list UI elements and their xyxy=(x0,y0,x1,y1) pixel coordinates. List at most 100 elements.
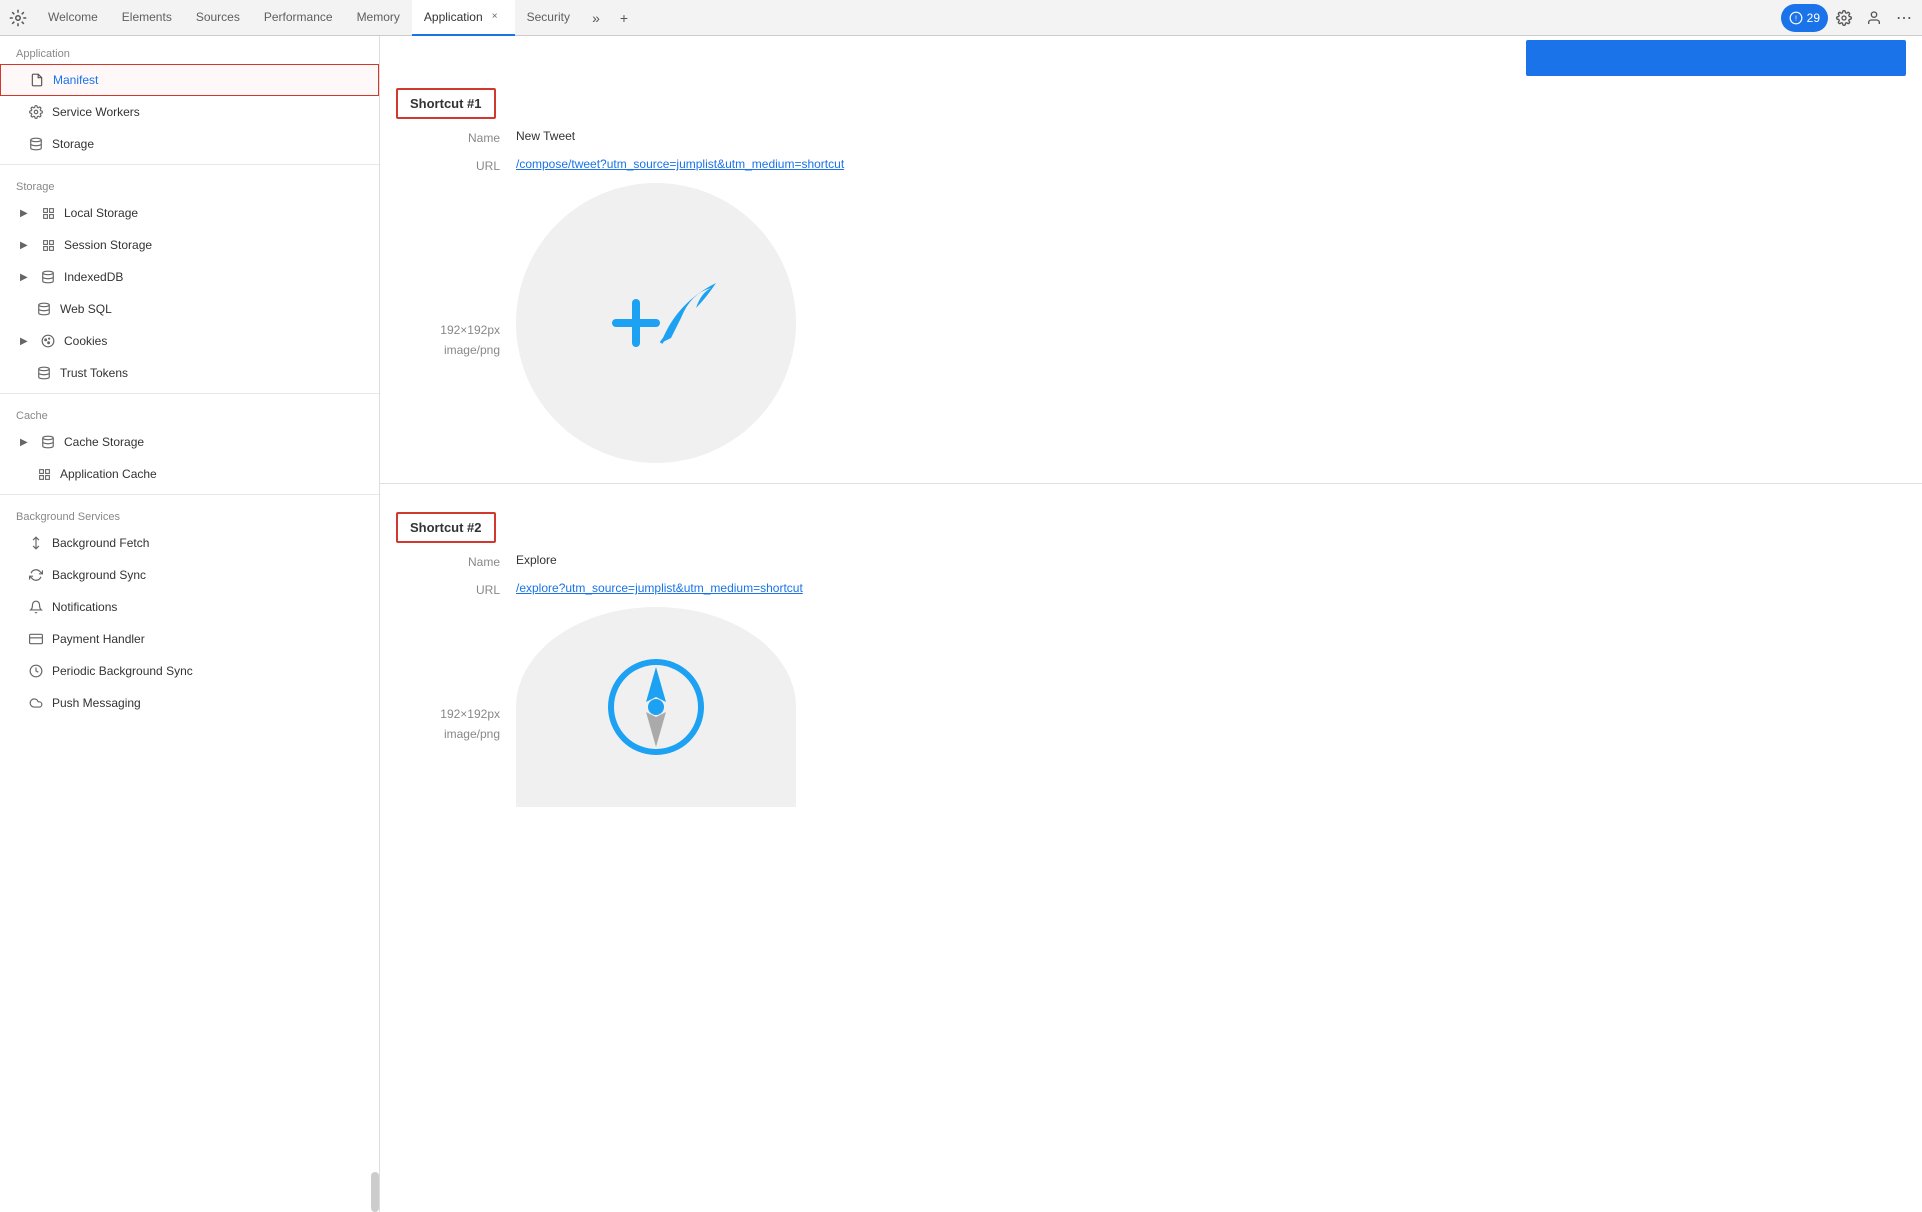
notifications-label: Notifications xyxy=(52,600,363,614)
settings-button[interactable] xyxy=(1830,4,1858,32)
shortcut1-type-label: image/png xyxy=(396,343,500,357)
shortcut2-label: Shortcut #2 xyxy=(410,520,482,535)
sidebar-item-background-fetch[interactable]: Background Fetch xyxy=(0,527,379,559)
shortcut1-name-label: Name xyxy=(396,129,516,145)
profile-button[interactable] xyxy=(1860,4,1888,32)
tab-welcome[interactable]: Welcome xyxy=(36,0,110,36)
more-tabs-button[interactable]: » xyxy=(582,0,610,36)
tab-application[interactable]: Application × xyxy=(412,0,515,36)
ellipsis-icon: ⋯ xyxy=(1896,8,1912,28)
tab-sources[interactable]: Sources xyxy=(184,0,252,36)
sidebar-item-notifications[interactable]: Notifications xyxy=(0,591,379,623)
sidebar-item-cache-storage[interactable]: ▶ Cache Storage xyxy=(0,426,379,458)
service-workers-icon xyxy=(28,104,44,120)
notifications-icon xyxy=(28,599,44,615)
shortcut1-size-label: 192×192px xyxy=(396,323,500,337)
indexeddb-label: IndexedDB xyxy=(64,270,363,284)
sidebar-item-web-sql[interactable]: Web SQL xyxy=(0,293,379,325)
storage-app-label: Storage xyxy=(52,137,363,151)
shortcut1-url-label: URL xyxy=(396,157,516,173)
svg-text:!: ! xyxy=(1795,15,1797,22)
shortcut2-url-row: URL /explore?utm_source=jumplist&utm_med… xyxy=(380,575,1922,603)
sidebar-item-local-storage[interactable]: ▶ Local Storage xyxy=(0,197,379,229)
shortcut1-label: Shortcut #1 xyxy=(410,96,482,111)
background-fetch-icon xyxy=(28,535,44,551)
sidebar: Application Manifest Service Workers Sto… xyxy=(0,36,380,1212)
shortcut2-icon-container xyxy=(516,607,796,807)
local-storage-label: Local Storage xyxy=(64,206,363,220)
sidebar-item-trust-tokens[interactable]: Trust Tokens xyxy=(0,357,379,389)
tab-elements[interactable]: Elements xyxy=(110,0,184,36)
shortcut1-icon xyxy=(586,263,726,383)
sidebar-item-push-messaging[interactable]: Push Messaging xyxy=(0,687,379,719)
cookies-icon xyxy=(40,333,56,349)
add-tab-button[interactable]: + xyxy=(610,0,638,36)
sidebar-item-application-cache[interactable]: Application Cache xyxy=(0,458,379,490)
shortcut2-url-value[interactable]: /explore?utm_source=jumplist&utm_medium=… xyxy=(516,581,1906,595)
expand-local-storage-icon[interactable]: ▶ xyxy=(20,208,32,219)
shortcut2-name-row: Name Explore xyxy=(380,547,1922,575)
tab-memory[interactable]: Memory xyxy=(345,0,412,36)
local-storage-icon xyxy=(40,205,56,221)
tab-close-icon[interactable]: × xyxy=(487,9,503,25)
shortcut2-name-label: Name xyxy=(396,553,516,569)
sidebar-item-indexeddb[interactable]: ▶ IndexedDB xyxy=(0,261,379,293)
web-sql-label: Web SQL xyxy=(60,302,363,316)
expand-cache-storage-icon[interactable]: ▶ xyxy=(20,437,32,448)
service-workers-label: Service Workers xyxy=(52,105,363,119)
shortcut1-name-row: Name New Tweet xyxy=(380,123,1922,151)
session-storage-label: Session Storage xyxy=(64,238,363,252)
section-application-title: Application xyxy=(0,36,379,64)
background-sync-icon xyxy=(28,567,44,583)
cookies-label: Cookies xyxy=(64,334,363,348)
expand-cookies-icon[interactable]: ▶ xyxy=(20,336,32,347)
issues-icon: ! xyxy=(1789,11,1803,25)
tab-bar: Welcome Elements Sources Performance Mem… xyxy=(0,0,1922,36)
section-storage-title: Storage xyxy=(0,169,379,197)
devtools-icon[interactable] xyxy=(4,0,32,36)
section-background-title: Background Services xyxy=(0,499,379,527)
settings-icon xyxy=(1836,10,1852,26)
storage-icon xyxy=(28,136,44,152)
session-storage-icon xyxy=(40,237,56,253)
shortcut2-icon xyxy=(596,647,716,767)
application-cache-label: Application Cache xyxy=(60,467,363,481)
main-layout: Application Manifest Service Workers Sto… xyxy=(0,36,1922,1212)
indexeddb-icon xyxy=(40,269,56,285)
payment-handler-icon xyxy=(28,631,44,647)
expand-session-storage-icon[interactable]: ▶ xyxy=(20,240,32,251)
background-fetch-label: Background Fetch xyxy=(52,536,363,550)
shortcut1-url-value[interactable]: /compose/tweet?utm_source=jumplist&utm_m… xyxy=(516,157,1906,171)
shortcut1-header: Shortcut #1 xyxy=(396,88,496,119)
cache-storage-icon xyxy=(40,434,56,450)
sidebar-item-session-storage[interactable]: ▶ Session Storage xyxy=(0,229,379,261)
more-options-button[interactable]: ⋯ xyxy=(1890,4,1918,32)
periodic-background-sync-label: Periodic Background Sync xyxy=(52,664,363,678)
tab-performance[interactable]: Performance xyxy=(252,0,345,36)
web-sql-icon xyxy=(36,301,52,317)
sidebar-item-background-sync[interactable]: Background Sync xyxy=(0,559,379,591)
section-cache-title: Cache xyxy=(0,398,379,426)
cache-storage-label: Cache Storage xyxy=(64,435,363,449)
tab-security[interactable]: Security xyxy=(515,0,582,36)
shortcut1-icon-container xyxy=(516,183,796,463)
shortcut2-size-label: 192×192px xyxy=(396,707,500,721)
top-blue-bar xyxy=(1526,40,1906,76)
background-sync-label: Background Sync xyxy=(52,568,363,582)
shortcut2-header: Shortcut #2 xyxy=(396,512,496,543)
sidebar-item-cookies[interactable]: ▶ Cookies xyxy=(0,325,379,357)
shortcut2-url-label: URL xyxy=(396,581,516,597)
sidebar-item-periodic-background-sync[interactable]: Periodic Background Sync xyxy=(0,655,379,687)
periodic-background-sync-icon xyxy=(28,663,44,679)
trust-tokens-label: Trust Tokens xyxy=(60,366,363,380)
manifest-label: Manifest xyxy=(53,73,362,87)
sidebar-item-payment-handler[interactable]: Payment Handler xyxy=(0,623,379,655)
shortcut1-url-row: URL /compose/tweet?utm_source=jumplist&u… xyxy=(380,151,1922,179)
expand-indexeddb-icon[interactable]: ▶ xyxy=(20,272,32,283)
shortcut1-name-value: New Tweet xyxy=(516,129,1906,143)
issues-badge-button[interactable]: ! 29 xyxy=(1781,4,1828,32)
sidebar-item-manifest[interactable]: Manifest xyxy=(0,64,379,96)
sidebar-item-storage-app[interactable]: Storage xyxy=(0,128,379,160)
shortcut2-type-label: image/png xyxy=(396,727,500,741)
sidebar-item-service-workers[interactable]: Service Workers xyxy=(0,96,379,128)
